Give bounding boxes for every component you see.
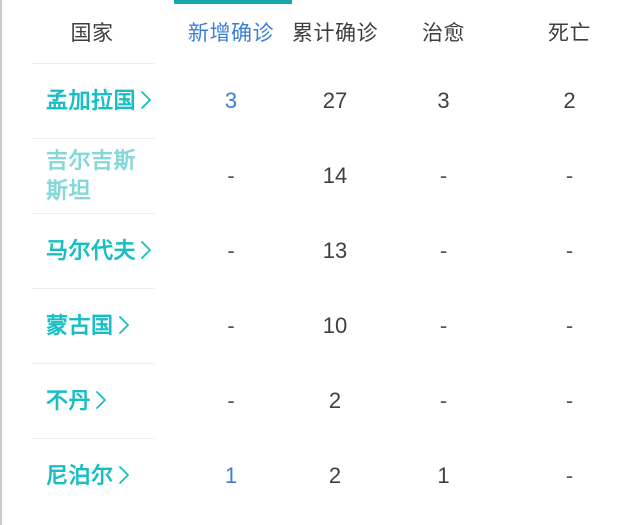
row-divider xyxy=(32,63,155,64)
row-divider xyxy=(32,138,155,139)
cured-value: - xyxy=(439,162,448,188)
country-cell[interactable]: 孟加拉国 xyxy=(2,63,182,138)
row-divider xyxy=(32,363,155,364)
country-name: 不丹 xyxy=(46,387,92,413)
cured-value: - xyxy=(439,387,448,413)
country-link[interactable]: 孟加拉国 xyxy=(46,86,153,115)
column-header-cured[interactable]: 治愈 xyxy=(390,0,497,63)
deaths-value: - xyxy=(565,387,574,413)
country-link[interactable]: 尼泊尔 xyxy=(46,461,131,490)
column-header-total-confirmed[interactable]: 累计确诊 xyxy=(280,0,390,63)
total-confirmed-value: 10 xyxy=(322,312,348,338)
new-confirmed-value: - xyxy=(227,387,235,413)
chevron-right-icon[interactable] xyxy=(117,313,131,337)
chevron-right-icon[interactable] xyxy=(139,238,153,262)
table-row[interactable]: 马尔代夫 - 13 - - xyxy=(2,213,640,288)
country-cell[interactable]: 马尔代夫 xyxy=(2,213,182,288)
chevron-right-icon[interactable] xyxy=(117,463,131,487)
deaths-value: - xyxy=(565,312,574,338)
country-link[interactable]: 蒙古国 xyxy=(46,311,131,340)
new-confirmed-value: - xyxy=(227,312,235,338)
country-name: 马尔代夫 xyxy=(46,237,137,263)
country-link[interactable]: 不丹 xyxy=(46,386,108,415)
deaths-value: 2 xyxy=(563,87,576,113)
total-confirmed-value: 2 xyxy=(328,462,342,488)
column-header-new-confirmed[interactable]: 新增确诊 xyxy=(182,0,280,63)
country-cell[interactable]: 尼泊尔 xyxy=(2,438,182,513)
country-name: 蒙古国 xyxy=(46,312,114,338)
total-confirmed-value: 13 xyxy=(322,237,348,263)
country-name: 尼泊尔 xyxy=(46,462,114,488)
table-row[interactable]: 孟加拉国 3 27 3 2 xyxy=(2,63,640,138)
country-cell[interactable]: 吉尔吉斯斯坦 xyxy=(2,138,182,213)
row-divider xyxy=(32,288,155,289)
chevron-right-icon[interactable] xyxy=(139,88,153,112)
country-link[interactable]: 吉尔吉斯斯坦 xyxy=(46,146,158,204)
new-confirmed-value: - xyxy=(227,237,235,263)
country-cell[interactable]: 不丹 xyxy=(2,363,182,438)
country-cell[interactable]: 蒙古国 xyxy=(2,288,182,363)
chevron-right-icon[interactable] xyxy=(94,388,108,412)
row-divider xyxy=(32,438,155,439)
table-header-row: 国家 新增确诊 累计确诊 治愈 死亡 xyxy=(2,0,640,63)
table-row[interactable]: 不丹 - 2 - - xyxy=(2,363,640,438)
new-confirmed-value: - xyxy=(227,162,235,188)
cured-value: - xyxy=(439,312,448,338)
active-tab-indicator xyxy=(174,0,292,4)
deaths-value: - xyxy=(565,462,574,488)
row-divider xyxy=(32,213,155,214)
country-name: 吉尔吉斯斯坦 xyxy=(46,148,137,203)
cured-value: - xyxy=(439,237,448,263)
new-confirmed-value: 3 xyxy=(224,87,238,113)
table-row[interactable]: 蒙古国 - 10 - - xyxy=(2,288,640,363)
table-row[interactable]: 尼泊尔 1 2 1 - xyxy=(2,438,640,513)
total-confirmed-value: 2 xyxy=(328,387,342,413)
column-header-country[interactable]: 国家 xyxy=(2,0,182,63)
column-header-deaths[interactable]: 死亡 xyxy=(497,0,640,63)
country-stats-panel: 国家 新增确诊 累计确诊 治愈 死亡 孟加拉国 3 27 3 2 吉尔吉斯斯坦 -14- - 马… xyxy=(0,0,640,525)
total-confirmed-value: 27 xyxy=(322,87,348,113)
country-stats-table: 国家 新增确诊 累计确诊 治愈 死亡 孟加拉国 3 27 3 2 吉尔吉斯斯坦 -14- - 马… xyxy=(2,0,640,513)
country-link[interactable]: 马尔代夫 xyxy=(46,236,153,265)
cured-value: 1 xyxy=(437,462,450,488)
country-name: 孟加拉国 xyxy=(46,87,137,113)
table-body: 孟加拉国 3 27 3 2 吉尔吉斯斯坦 - 14 - - 马尔代夫 - 13 - - 蒙古国 - 10 - - 不丹 -… xyxy=(2,63,640,513)
deaths-value: - xyxy=(565,162,574,188)
cured-value: 3 xyxy=(437,87,450,113)
deaths-value: - xyxy=(565,237,574,263)
new-confirmed-value: 1 xyxy=(224,462,238,488)
table-row[interactable]: 吉尔吉斯斯坦 - 14 - - xyxy=(2,138,640,213)
total-confirmed-value: 14 xyxy=(322,162,348,188)
table-header: 国家 新增确诊 累计确诊 治愈 死亡 xyxy=(2,0,640,63)
